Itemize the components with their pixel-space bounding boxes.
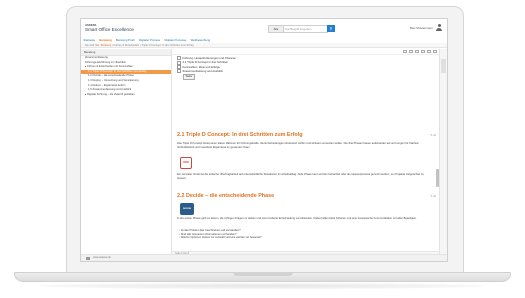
outline-button[interactable]: Weiter [183,74,195,80]
breadcrumb-prefix: Sie sind hier: [85,44,101,47]
sidebar-item[interactable]: ▸ Digitale Führung – die Zukunft gestalt… [81,93,171,98]
share-icon[interactable] [415,50,420,53]
content-toolbar [172,49,442,55]
rail-tab[interactable] [441,59,446,73]
user-name[interactable]: Max Mustermann [410,26,433,30]
search-placeholder: Suchbegriff eingeben [285,27,312,31]
breadcrumb: Sie sind hier: Beratung › Führen & Entsc… [81,43,447,48]
user-icon[interactable] [436,24,442,32]
content-area: Führung: Herausforderungen und Chancen 2.… [172,49,442,255]
sidebar: Beratung Zusammenfassung Führungs-Einführ… [81,49,172,255]
footer-logo [86,256,90,260]
app-footer: www.assess.de [81,254,447,261]
search-scope-select[interactable]: Alle [269,26,284,32]
pdf-icon[interactable] [421,50,426,53]
search-input[interactable]: Alle Suchbegriff eingeben [268,25,328,33]
outline-box: Führung: Herausforderungen und Chancen 2.… [177,56,289,80]
font-size-icon[interactable] [427,50,432,53]
right-rail [439,49,447,255]
section-title-1: 2.1 Triple D Concept: In drei Schritten … [177,132,303,138]
section-actions-2[interactable]: ✎ ⊞ [430,194,436,198]
sidebar-title: Beratung [81,49,171,56]
footer-text[interactable]: www.assess.de [93,255,111,261]
app-header: ASSESS Smart Office Excellence Alle Such… [81,19,447,38]
sidebar-list: Zusammenfassung Führungs-Einführung im Üb… [81,56,171,97]
brand-title[interactable]: Smart Office Excellence [85,27,134,32]
bookmark-icon[interactable] [409,50,414,53]
ddd-badge: DDD [180,157,192,169]
section-2-bullets: Ist das Problem klar beschrieben und ver… [179,229,429,240]
print-icon[interactable] [403,50,408,53]
bullet-item: Welche Optionen stehen zur Auswahl und w… [179,236,429,240]
section-1-paragraph-2: Ein zentraler Vorteil ist die einfache Ü… [177,173,424,180]
decide-badge: DECIDE [180,203,194,215]
breadcrumb-link[interactable]: Beratung [101,44,112,47]
section-actions-1[interactable]: ✎ ⊞ [430,133,436,137]
section-title-2: 2.2 Decide – die entscheidende Phase [177,193,275,199]
section-1-paragraph-1: Das Triple D Konzept bietet einen klaren… [177,142,420,149]
app-window: ASSESS Smart Office Excellence Alle Such… [80,18,448,262]
checkbox-icon[interactable] [177,69,181,74]
settings-icon[interactable] [433,50,438,53]
scrollbar-thumb[interactable] [436,169,439,187]
laptop-notch [233,272,293,276]
search-icon: ⚲ [329,25,333,31]
outline-item[interactable]: Zusammenfassung und Ausblick [177,68,289,74]
search-button[interactable]: ⚲ [327,24,335,32]
section-2-paragraph: In der ersten Phase geht es darum, die r… [177,217,417,220]
laptop-shadow [40,283,485,289]
outline-item-label: Zusammenfassung und Ausblick [182,68,223,73]
breadcrumb-rest: › Führen & Entscheiden › Triple D Konzep… [111,44,194,47]
